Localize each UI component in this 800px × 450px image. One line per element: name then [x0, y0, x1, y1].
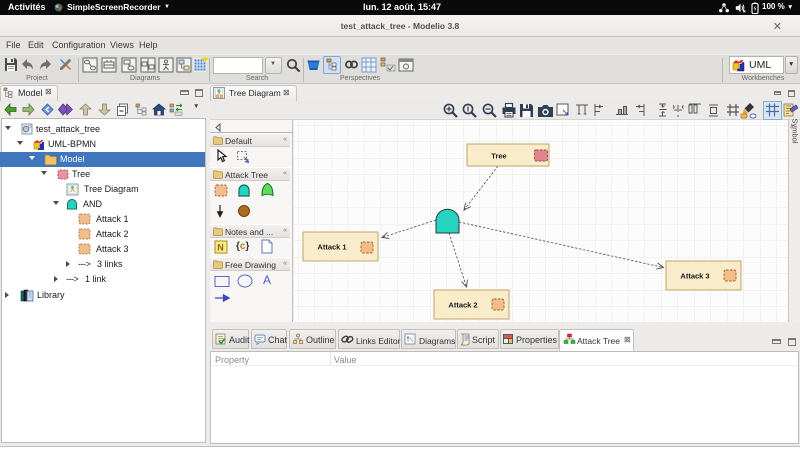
svg-text:Attack 2: Attack 2 — [448, 301, 477, 310]
svg-text:Tree: Tree — [491, 152, 506, 161]
svg-text:Attack 3: Attack 3 — [680, 272, 709, 281]
svg-text:N: N — [217, 243, 224, 253]
svg-text:Attack 1: Attack 1 — [317, 243, 346, 252]
